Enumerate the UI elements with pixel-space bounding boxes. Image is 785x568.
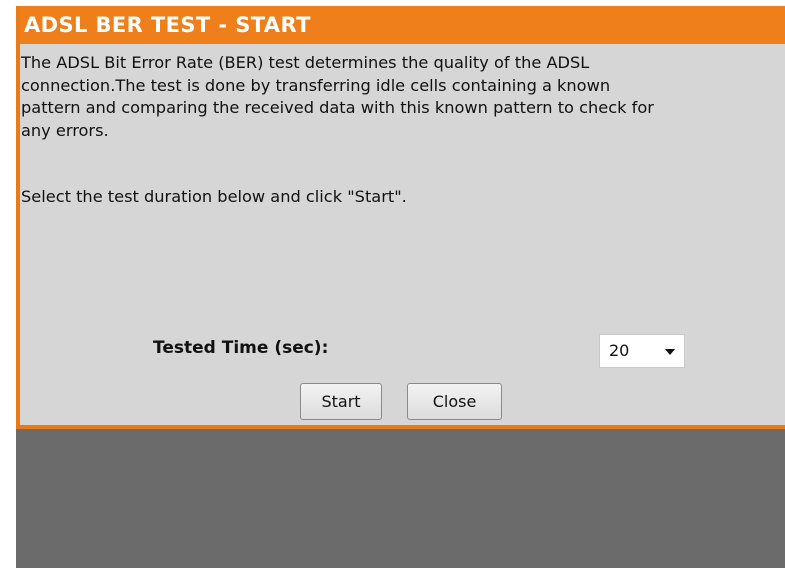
instruction-text: Select the test duration below and click… bbox=[21, 187, 407, 206]
tested-time-select[interactable]: 20 bbox=[599, 334, 685, 368]
description-line: The ADSL Bit Error Rate (BER) test deter… bbox=[21, 53, 590, 72]
description-line: any errors. bbox=[21, 120, 109, 140]
description-line: connection.The test is done by transferr… bbox=[21, 75, 611, 95]
dialog-title: ADSL BER TEST - START bbox=[24, 13, 311, 37]
start-button[interactable]: Start bbox=[300, 383, 382, 420]
tested-time-label: Tested Time (sec): bbox=[153, 338, 329, 358]
tested-time-value: 20 bbox=[609, 341, 630, 360]
title-bar: ADSL BER TEST - START bbox=[20, 6, 785, 44]
description: The ADSL Bit Error Rate (BER) test deter… bbox=[21, 52, 771, 142]
backdrop bbox=[16, 427, 785, 568]
close-button[interactable]: Close bbox=[407, 383, 502, 420]
ber-test-dialog: ADSL BER TEST - START The ADSL Bit Error… bbox=[16, 6, 785, 429]
description-line: pattern and comparing the received data … bbox=[21, 98, 654, 117]
chevron-down-icon bbox=[665, 349, 675, 355]
